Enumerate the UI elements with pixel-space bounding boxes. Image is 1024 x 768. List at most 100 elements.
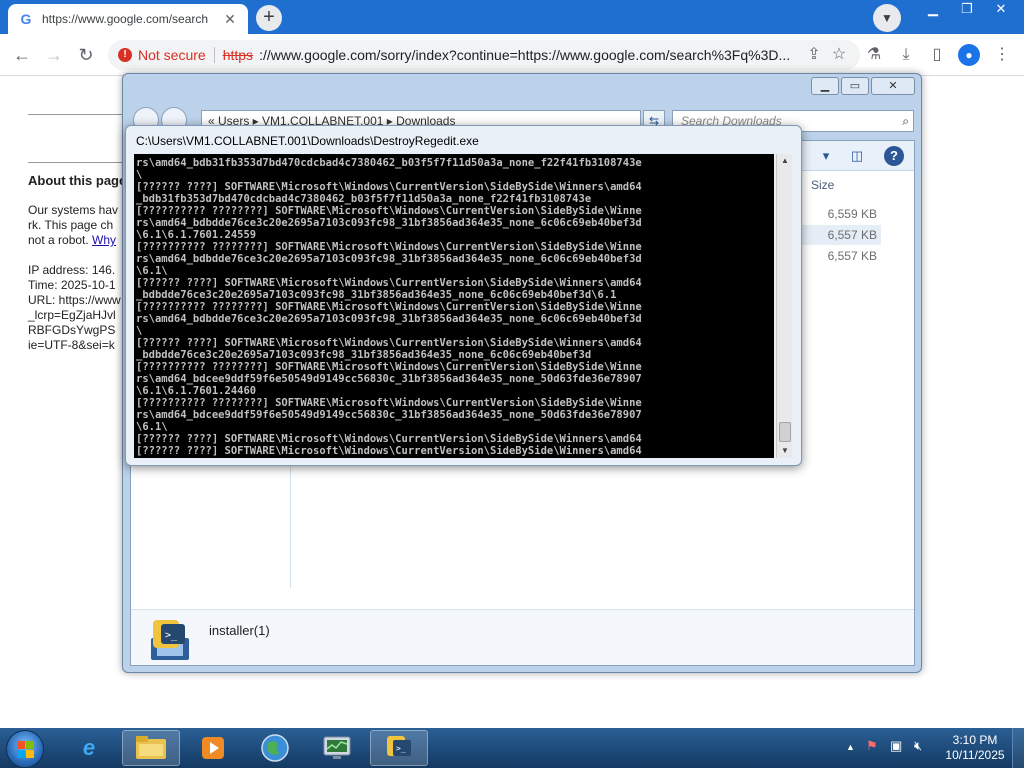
details-pane: >_ installer(1) xyxy=(131,609,914,665)
play-icon xyxy=(202,737,224,759)
window-controls: ▁ ❐ ✕ xyxy=(916,0,1018,20)
url-text: RBFGDsYwgPS xyxy=(28,323,116,337)
browser-tab[interactable]: G https://www.google.com/search ✕ xyxy=(8,4,248,34)
scrollbar-thumb[interactable] xyxy=(779,422,791,442)
side-panel-icon[interactable]: ▯ xyxy=(925,43,949,67)
console-line: [?????? ????] SOFTWARE\Microsoft\Windows… xyxy=(136,433,642,445)
svg-text:>_: >_ xyxy=(165,630,178,641)
console-line: _bdb31fb353d7bd470cdcbad4c7380462_b03f5f… xyxy=(136,193,592,205)
tab-close-icon[interactable]: ✕ xyxy=(222,11,238,28)
console-window[interactable]: C:\Users\VM1.COLLABNET.001\Downloads\Des… xyxy=(125,125,802,466)
reload-icon[interactable]: ↻ xyxy=(74,43,98,67)
console-line: rs\amd64_bdbdde76ce3c20e2695a7103c093fc9… xyxy=(136,217,642,229)
warning-icon[interactable]: ! xyxy=(118,48,132,62)
url-text: ie=UTF-8&sei=k xyxy=(28,338,115,352)
console-line: \6.1\ xyxy=(136,421,168,433)
help-icon[interactable]: ? xyxy=(884,146,904,166)
console-line: [?????? ????] SOFTWARE\Microsoft\Windows… xyxy=(136,277,642,289)
tray-expand-chevron-icon[interactable]: ▲ xyxy=(846,742,855,752)
scroll-down-icon[interactable]: ▼ xyxy=(777,444,793,458)
python-installer-icon: >_ xyxy=(151,620,189,660)
share-icon[interactable]: ⇪ xyxy=(802,43,826,67)
file-size[interactable]: 6,557 KB xyxy=(791,246,881,266)
url-text: _lcrp=EgZjaHJvl xyxy=(28,308,116,322)
explorer-close-icon[interactable]: ✕ xyxy=(871,77,915,95)
task-monitor-icon[interactable] xyxy=(308,730,366,766)
console-line: [?????? ????] SOFTWARE\Microsoft\Windows… xyxy=(136,181,642,193)
tab-search-chevron-icon[interactable]: ▼ xyxy=(873,4,901,32)
omnibox-divider xyxy=(213,47,215,63)
explorer-maximize-icon[interactable]: ▭ xyxy=(841,77,869,95)
google-favicon-icon: G xyxy=(20,11,32,27)
taskbar: e >_ ▲ ⚑ ▣ 🔇︎ 3:10 PM 10/11/2025 xyxy=(0,728,1024,768)
url-scheme: https xyxy=(222,47,254,63)
size-column-header[interactable]: Size xyxy=(811,178,834,192)
page-divider xyxy=(28,114,128,115)
new-tab-button[interactable]: + xyxy=(256,5,282,31)
page-text-fragment: not a robot. xyxy=(28,233,93,247)
minimize-icon[interactable]: ▁ xyxy=(916,0,950,20)
why-link[interactable]: Why xyxy=(92,233,116,247)
console-line: \ xyxy=(136,169,143,181)
page-text: rk. This page ch xyxy=(28,218,114,232)
system-clock[interactable]: 3:10 PM 10/11/2025 xyxy=(940,733,1010,763)
restore-icon[interactable]: ❐ xyxy=(950,0,984,20)
page-text: Our systems hav xyxy=(28,203,119,217)
console-line: \6.1\ xyxy=(136,265,168,277)
file-size[interactable]: 6,557 KB xyxy=(791,225,881,245)
start-button[interactable] xyxy=(6,730,44,768)
console-line: [?????????? ????????] SOFTWARE\Microsoft… xyxy=(136,205,642,217)
time-text: Time: 2025-10-1 xyxy=(28,278,116,292)
url-text: ://www.google.com/sorry/index?continue=h… xyxy=(259,47,791,63)
explorer-minimize-icon[interactable]: ▁ xyxy=(811,77,839,95)
clock-time: 3:10 PM xyxy=(952,733,998,747)
media-player-icon[interactable] xyxy=(184,730,242,766)
page-text: not a robot. Why xyxy=(28,233,116,248)
file-explorer-icon[interactable] xyxy=(122,730,180,766)
selected-file-name: installer(1) xyxy=(209,623,270,638)
globe-icon xyxy=(261,734,289,762)
clock-date: 10/11/2025 xyxy=(945,748,1005,762)
bookmark-star-icon[interactable]: ☆ xyxy=(827,43,851,67)
console-line: rs\amd64_bdbdde76ce3c20e2695a7103c093fc9… xyxy=(136,313,642,325)
console-line: [?????? ????] SOFTWARE\Microsoft\Windows… xyxy=(136,337,642,349)
tab-title: https://www.google.com/search xyxy=(42,12,209,26)
console-line: rs\amd64_bdcee9ddf59f6e50549d9149cc56830… xyxy=(136,409,642,421)
explorer-window-controls: ▁ ▭ ✕ xyxy=(811,77,915,95)
console-line: _bdbdde76ce3c20e2695a7103c093fc98_31bf38… xyxy=(136,289,617,301)
network-icon[interactable]: ▣ xyxy=(890,738,902,754)
python-console-taskbar-icon[interactable]: >_ xyxy=(370,730,428,766)
console-scrollbar[interactable]: ▲ ▼ xyxy=(776,154,792,458)
file-size[interactable]: 6,559 KB xyxy=(791,204,881,224)
address-bar[interactable]: ! Not secure https ://www.google.com/sorr… xyxy=(108,40,860,70)
extension-flask-icon[interactable]: ⚗ xyxy=(862,43,886,67)
internet-explorer-icon[interactable]: e xyxy=(60,730,118,766)
ip-address-text: IP address: 146. xyxy=(28,263,116,277)
magnifier-icon: ⌕ xyxy=(902,114,909,128)
forward-arrow-icon[interactable]: → xyxy=(42,43,66,67)
preview-pane-icon[interactable]: ◫ xyxy=(847,146,867,166)
console-line: [?????????? ????????] SOFTWARE\Microsoft… xyxy=(136,361,642,373)
back-arrow-icon[interactable]: ← xyxy=(10,43,34,67)
show-desktop-button[interactable] xyxy=(1012,728,1024,768)
console-output[interactable]: rs\amd64_bdb31fb353d7bd470cdcbad4c738046… xyxy=(134,154,774,458)
action-center-flag-icon[interactable]: ⚑ xyxy=(866,738,878,754)
folder-icon xyxy=(136,736,166,759)
console-line: \6.1\6.1.7601.24559 xyxy=(136,229,257,241)
globe-app-icon[interactable] xyxy=(246,730,304,766)
console-line: rs\amd64_bdcee9ddf59f6e50549d9149cc56830… xyxy=(136,373,642,385)
download-icon[interactable]: ⤓ xyxy=(894,43,918,67)
view-options-chevron-icon[interactable]: ▾ xyxy=(816,146,836,166)
browser-toolbar: ← → ↻ ! Not secure https ://www.google.co… xyxy=(0,34,1024,76)
console-line: [?????????? ????????] SOFTWARE\Microsoft… xyxy=(136,301,642,313)
svg-text:>_: >_ xyxy=(396,744,406,753)
close-icon[interactable]: ✕ xyxy=(984,0,1018,20)
console-line: rs\amd64_bdb31fb353d7bd470cdcbad4c738046… xyxy=(136,157,642,169)
profile-avatar-icon[interactable]: ● xyxy=(958,44,980,66)
scroll-up-icon[interactable]: ▲ xyxy=(777,154,793,168)
windows-logo-icon xyxy=(17,741,34,758)
menu-kebab-icon[interactable]: ⋮ xyxy=(990,43,1014,67)
volume-muted-icon[interactable]: 🔇︎ xyxy=(914,738,922,754)
not-secure-label[interactable]: Not secure xyxy=(138,47,206,63)
page-heading: About this page xyxy=(28,173,127,188)
